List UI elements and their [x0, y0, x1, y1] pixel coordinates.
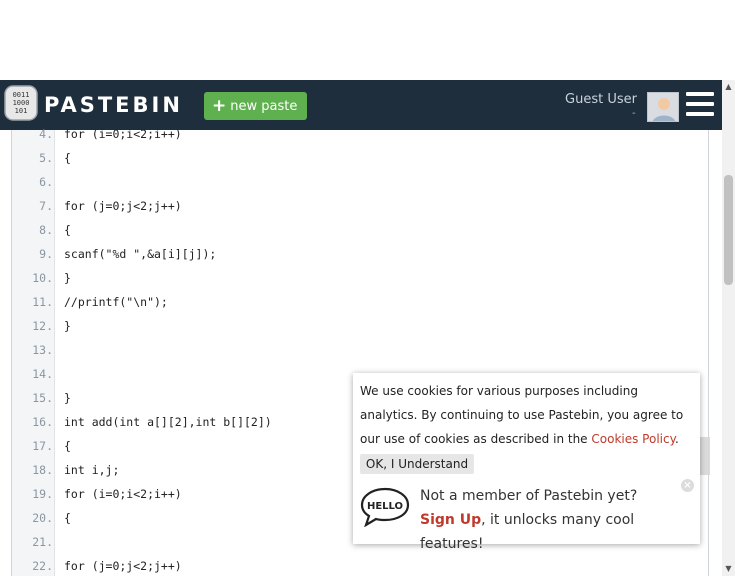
code-line: }	[64, 271, 71, 285]
top-blank-area	[0, 0, 735, 80]
svg-text:0011: 0011	[13, 91, 30, 99]
cookie-consent-popup: We use cookies for various purposes incl…	[353, 373, 700, 552]
code-line: for (j=0;j<2;j++)	[64, 559, 182, 573]
scrollbar-thumb[interactable]	[724, 175, 733, 285]
line-number: 15.	[32, 391, 53, 405]
user-avatar-icon	[652, 98, 676, 121]
avatar[interactable]	[647, 92, 679, 122]
line-number: 12.	[32, 319, 53, 333]
line-number: 4.	[39, 127, 53, 141]
svg-text:1000: 1000	[13, 99, 30, 107]
line-number: 8.	[39, 223, 53, 237]
line-number: 22.	[32, 559, 53, 573]
cookies-policy-link[interactable]: Cookies Policy	[591, 432, 675, 446]
line-number: 17.	[32, 439, 53, 453]
line-number: 6.	[39, 175, 53, 189]
guest-user-sub: -	[632, 108, 636, 119]
svg-text:101: 101	[15, 107, 28, 115]
new-paste-label: new paste	[230, 98, 298, 114]
code-line: for (j=0;j<2;j++)	[64, 199, 182, 213]
guest-user-name[interactable]: Guest User	[565, 92, 637, 107]
pastebin-logo-icon[interactable]: 0011 1000 101	[3, 84, 39, 122]
line-number: 19.	[32, 487, 53, 501]
line-number: 11.	[32, 295, 53, 309]
line-number: 13.	[32, 343, 53, 357]
svg-text:HELLO: HELLO	[367, 501, 403, 512]
line-number: 18.	[32, 463, 53, 477]
code-line: for (i=0;i<2;i++)	[64, 127, 182, 141]
code-line: for (i=0;i<2;i++)	[64, 487, 182, 501]
code-line: int i,j;	[64, 463, 120, 477]
sign-up-link[interactable]: Sign Up	[420, 512, 481, 528]
plus-icon: +	[212, 95, 227, 116]
cookie-message: We use cookies for various purposes incl…	[360, 384, 684, 446]
code-line: }	[64, 391, 71, 405]
line-number: 9.	[39, 247, 53, 261]
code-line: {	[64, 511, 71, 525]
code-line: {	[64, 439, 71, 453]
line-number: 7.	[39, 199, 53, 213]
cookie-ok-button[interactable]: OK, I Understand	[360, 454, 474, 474]
code-line: {	[64, 151, 71, 165]
line-number: 16.	[32, 415, 53, 429]
code-line: {	[64, 223, 71, 237]
line-number: 20.	[32, 511, 53, 525]
scroll-up-arrow-icon[interactable]: ▲	[722, 82, 735, 91]
brand-title[interactable]: PASTEBIN	[44, 93, 183, 117]
line-number: 5.	[39, 151, 53, 165]
line-number: 10.	[32, 271, 53, 285]
menu-icon[interactable]	[686, 92, 714, 120]
code-line: int add(int a[][2],int b[][2])	[64, 415, 272, 429]
code-line: scanf("%d ",&a[i][j]);	[64, 247, 217, 261]
line-number: 14.	[32, 367, 53, 381]
code-line: //printf("\n");	[64, 295, 168, 309]
close-icon[interactable]: ×	[681, 479, 694, 492]
hello-speech-bubble-icon: HELLO	[360, 487, 410, 527]
new-paste-button[interactable]: + new paste	[204, 92, 307, 120]
promo-message: Not a member of Pastebin yet? Sign Up, it…	[420, 488, 638, 552]
page: 0011 1000 101 PASTEBIN + new paste Guest…	[0, 0, 735, 576]
code-line: }	[64, 319, 71, 333]
page-scrollbar[interactable]: ▲ ▼	[722, 80, 735, 576]
scroll-down-arrow-icon[interactable]: ▼	[722, 564, 735, 573]
line-number: 21.	[32, 535, 53, 549]
